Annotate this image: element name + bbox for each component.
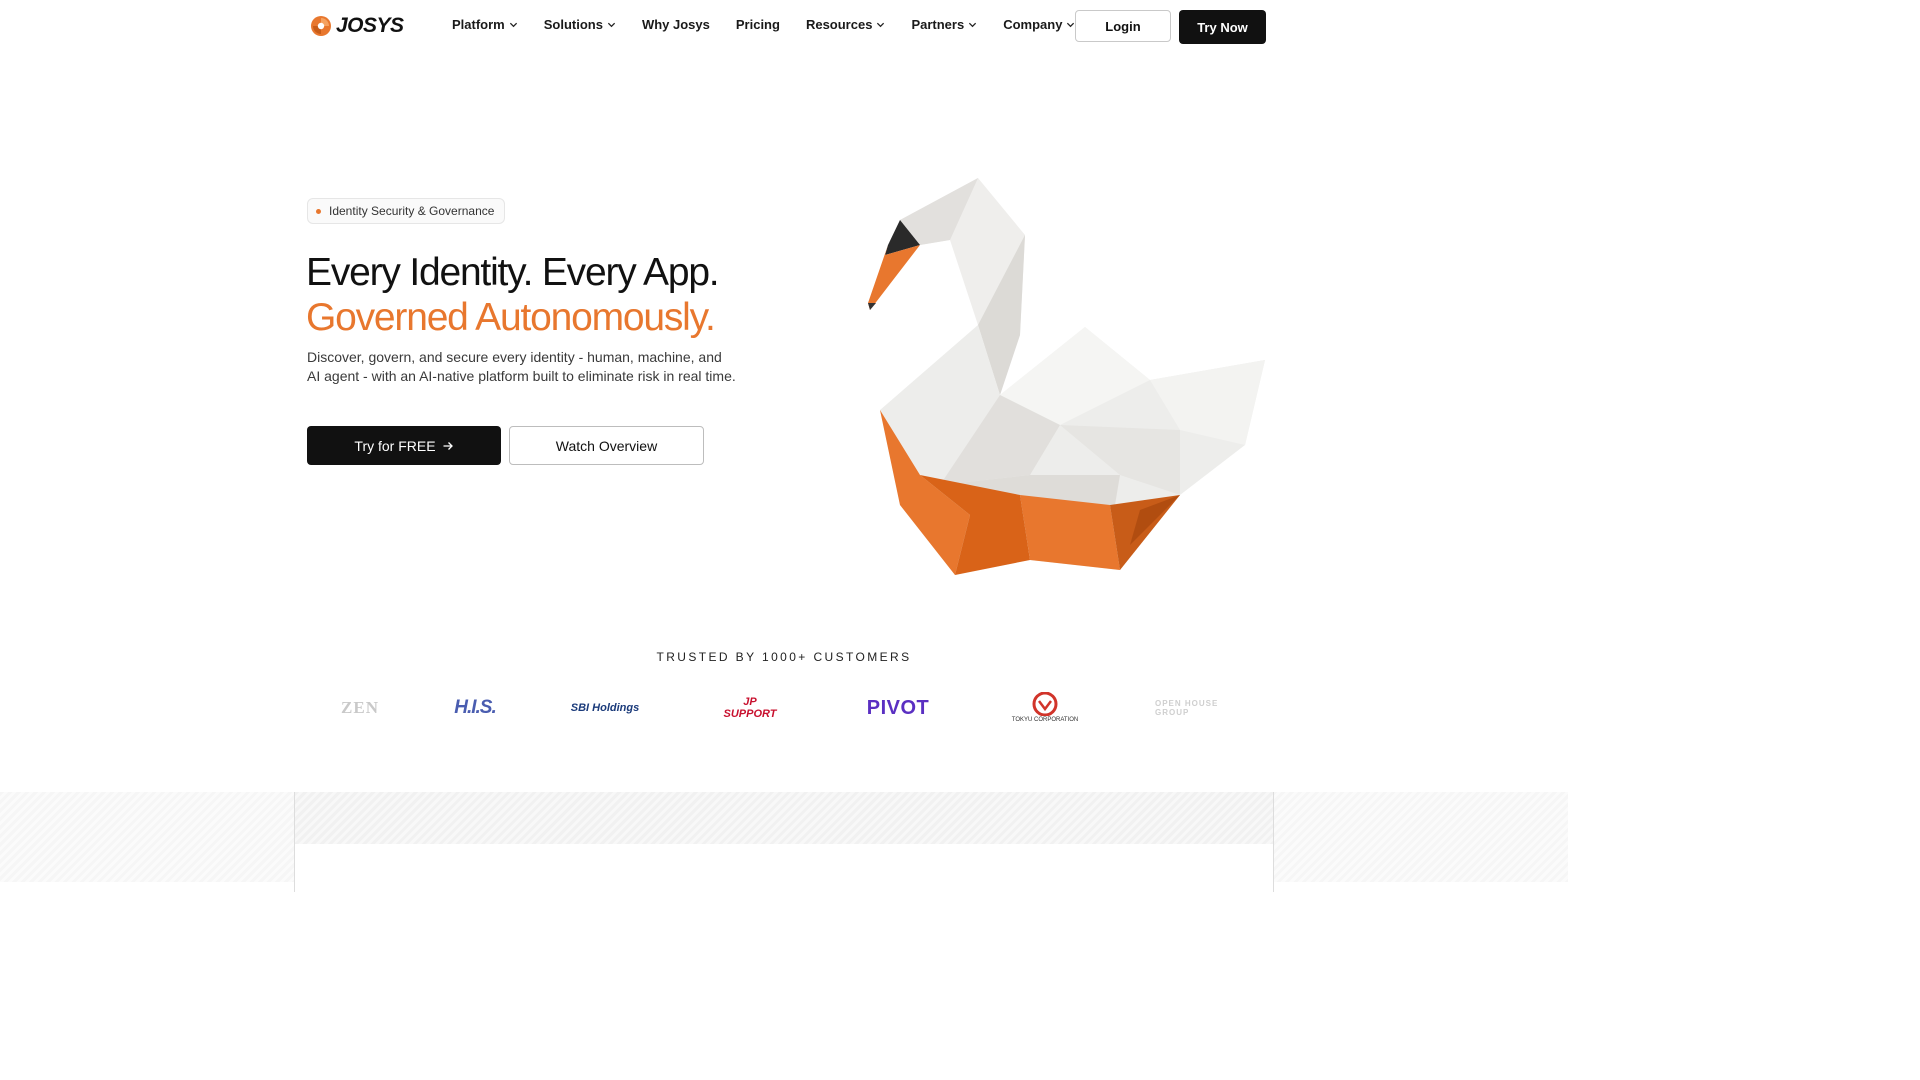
chevron-down-icon bbox=[877, 22, 885, 28]
next-section-card bbox=[294, 792, 1274, 892]
customer-logo-sbi: SBI Holdings bbox=[565, 685, 645, 731]
arrow-right-icon bbox=[443, 441, 453, 450]
logo-tokyu-text: TOKYU CORPORATION bbox=[1011, 717, 1079, 723]
nav-resources-label: Resources bbox=[805, 17, 873, 32]
tokyu-emblem-icon bbox=[1032, 692, 1058, 716]
category-badge: Identity Security & Governance bbox=[307, 198, 506, 224]
next-section-card-header bbox=[295, 792, 1273, 844]
badge-label: Identity Security & Governance bbox=[329, 204, 495, 218]
origami-swan-illustration bbox=[868, 178, 1265, 575]
nav-why-josys-label: Why Josys bbox=[641, 17, 710, 32]
customer-logo-his: H.I.S. bbox=[440, 685, 510, 731]
chevron-down-icon bbox=[607, 22, 616, 28]
login-button[interactable]: Login bbox=[1075, 10, 1171, 42]
watch-overview-button[interactable]: Watch Overview bbox=[509, 426, 704, 465]
nav-why-josys[interactable]: Why Josys bbox=[642, 17, 710, 32]
nav-company-label: Company bbox=[1003, 17, 1063, 32]
nav-solutions[interactable]: Solutions bbox=[544, 17, 616, 32]
nav-pricing-label: Pricing bbox=[735, 17, 780, 32]
nav-partners-label: Partners bbox=[911, 17, 965, 32]
nav-platform-label: Platform bbox=[452, 17, 505, 32]
logo-wordmark: JOSYS bbox=[336, 14, 404, 37]
logo-his-text: H.I.S. bbox=[454, 697, 497, 718]
chevron-down-icon bbox=[969, 22, 977, 28]
customer-logo-tokyu: TOKYU CORPORATION bbox=[1000, 685, 1090, 731]
customer-logo-pivot: PIVOT bbox=[858, 685, 938, 731]
nav-solutions-label: Solutions bbox=[543, 17, 603, 32]
top-navigation: JOSYS Platform Solutions Why Josys Prici… bbox=[0, 0, 1568, 54]
nav-platform[interactable]: Platform bbox=[452, 17, 518, 32]
logo-pivot-text: PIVOT bbox=[866, 696, 930, 719]
customer-logo-zen: ZEN bbox=[320, 685, 400, 731]
headline-line-2: Governed Autonomously. bbox=[306, 296, 716, 339]
try-for-free-label: Try for FREE bbox=[354, 437, 436, 454]
headline-line-1: Every Identity. Every App. bbox=[306, 251, 720, 294]
chevron-down-icon bbox=[509, 22, 517, 28]
logo-jp-text: JP SUPPORT bbox=[723, 696, 777, 720]
customer-logo-jp-support: JP SUPPORT bbox=[720, 685, 780, 731]
customer-logo-open-house: OPEN HOUSE GROUP bbox=[1155, 685, 1245, 731]
josys-logo-icon bbox=[311, 16, 331, 36]
hero-headline: Every Identity. Every App. Governed Auto… bbox=[306, 250, 720, 340]
main-menu: Platform Solutions Why Josys Pricing Res… bbox=[452, 17, 1101, 32]
nav-company[interactable]: Company bbox=[1003, 17, 1075, 32]
try-for-free-button[interactable]: Try for FREE bbox=[307, 426, 501, 465]
nav-resources[interactable]: Resources bbox=[806, 17, 885, 32]
logo-open-house-text: OPEN HOUSE GROUP bbox=[1155, 699, 1219, 717]
customer-logo-strip: ZEN H.I.S. SBI Holdings JP SUPPORT PIVOT… bbox=[300, 685, 1260, 731]
try-now-button[interactable]: Try Now bbox=[1179, 10, 1266, 44]
nav-pricing[interactable]: Pricing bbox=[736, 17, 780, 32]
trusted-heading: TRUSTED BY 1000+ CUSTOMERS bbox=[656, 650, 912, 664]
hero-subtitle: Discover, govern, and secure every ident… bbox=[307, 349, 736, 384]
josys-logo[interactable]: JOSYS bbox=[310, 14, 404, 38]
badge-dot bbox=[316, 208, 321, 214]
nav-partners[interactable]: Partners bbox=[911, 17, 977, 32]
logo-zen-text: ZEN bbox=[341, 698, 379, 717]
logo-sbi-text: SBI Holdings bbox=[570, 702, 640, 714]
